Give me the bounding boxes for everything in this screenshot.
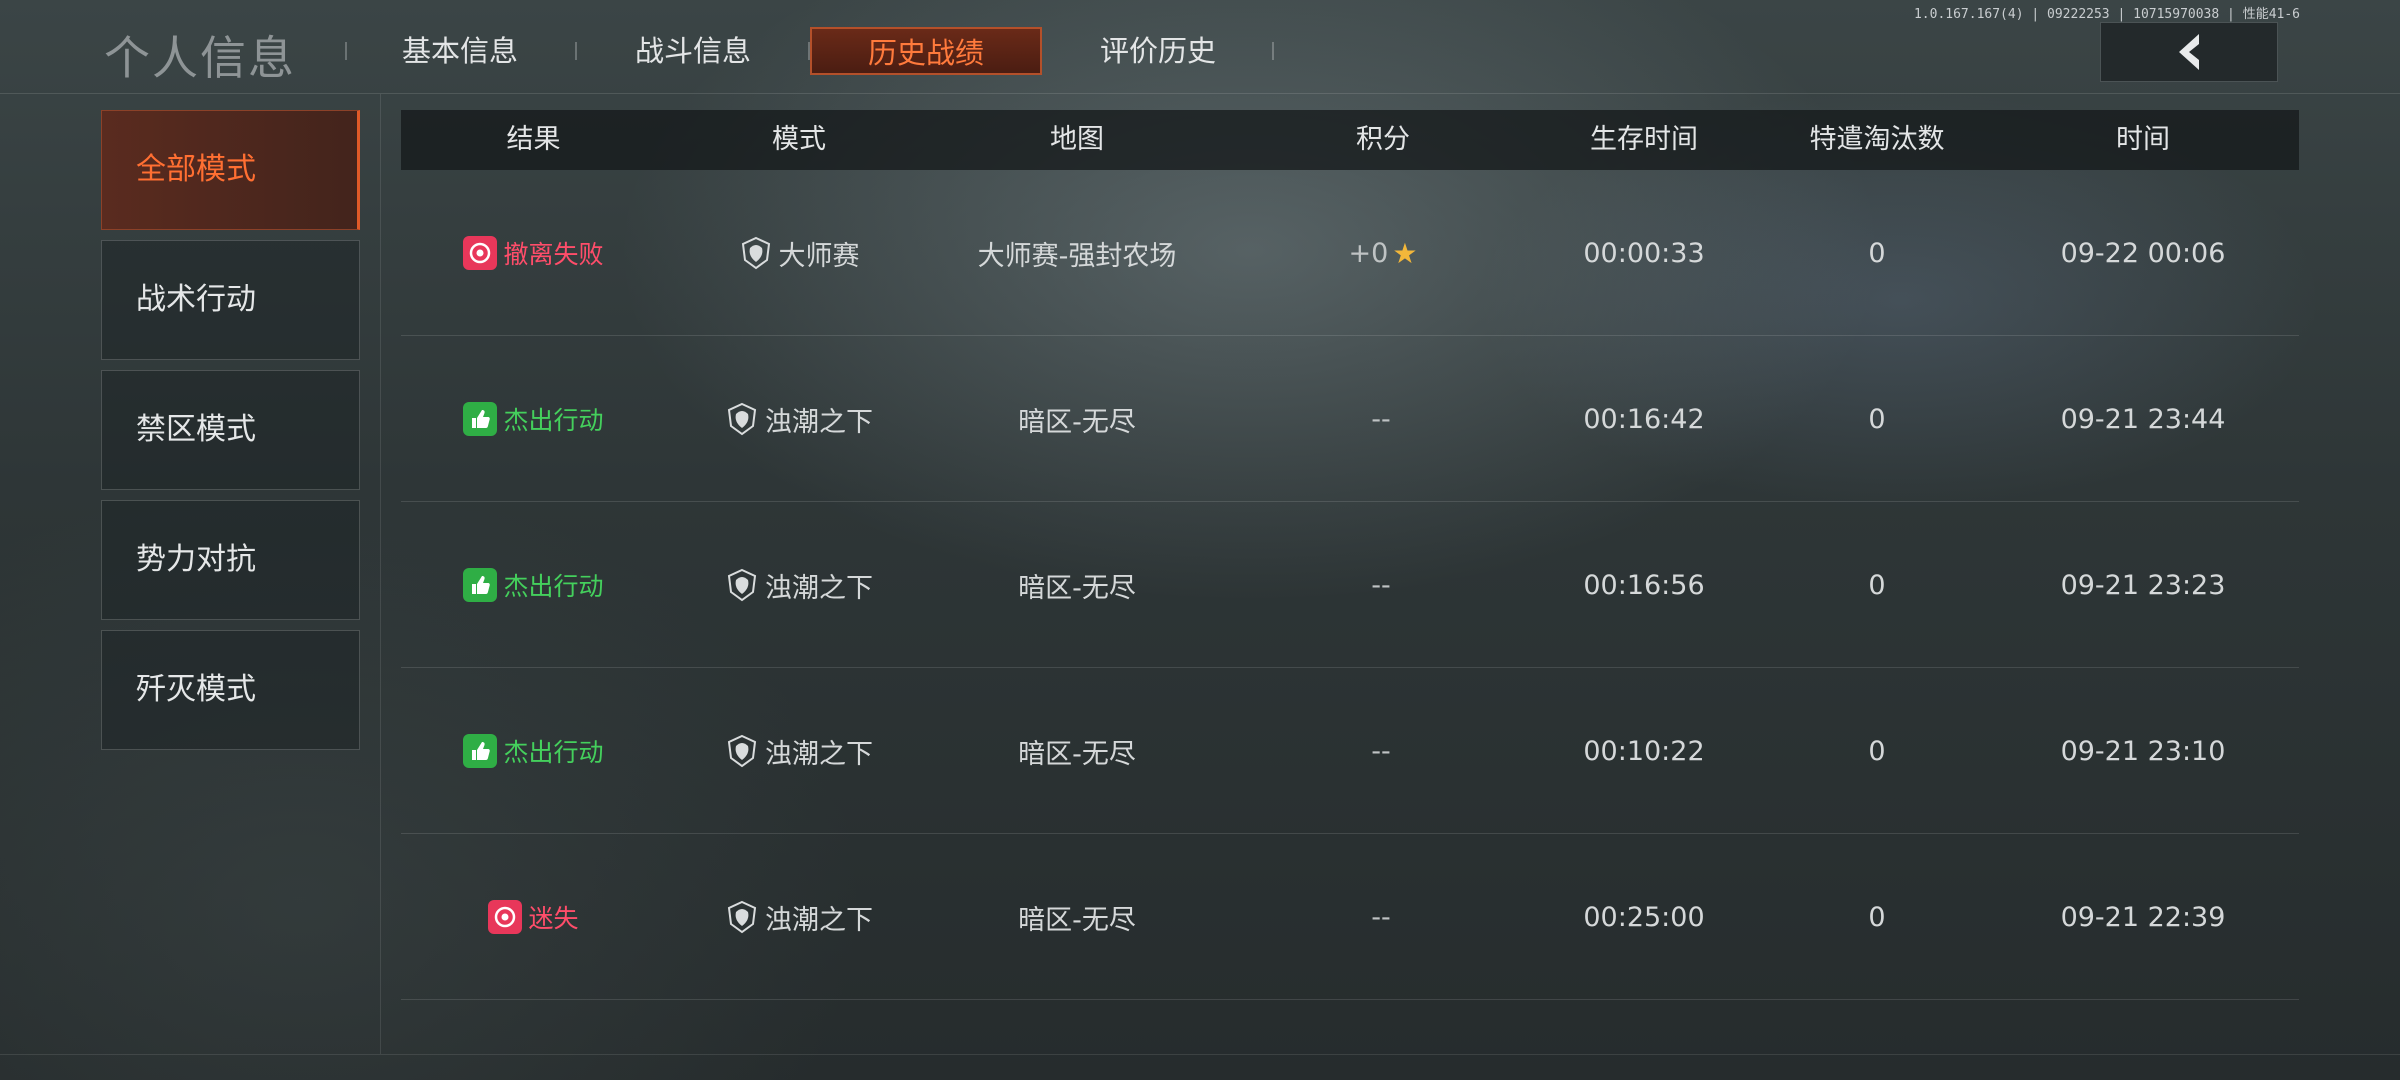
score-value: +0 xyxy=(1348,237,1389,269)
result-status: 杰出行动 xyxy=(463,733,604,769)
mode-cell: 浊潮之下 xyxy=(666,834,932,1000)
mode-label: 浊潮之下 xyxy=(765,572,873,604)
mode-emblem-icon xyxy=(725,900,759,934)
top-bar: 个人信息 基本信息 战斗信息 历史战绩 评价历史 xyxy=(0,0,2400,94)
mode-cell: 浊潮之下 xyxy=(666,668,932,834)
column-header: 地图 xyxy=(1050,124,1104,155)
column-header: 时间 xyxy=(2116,124,2170,155)
tab-review-history[interactable]: 评价历史 xyxy=(1088,27,1228,75)
result-label: 迷失 xyxy=(528,904,579,933)
time-cell: 09-21 23:23 xyxy=(2060,569,2226,601)
chevron-left-icon xyxy=(2179,34,2199,70)
score-value: -- xyxy=(1371,569,1391,601)
result-cell: 迷失 xyxy=(401,834,666,1000)
bottom-divider xyxy=(0,1054,2400,1055)
map-cell: 暗区-无尽 xyxy=(1018,572,1136,604)
result-status: 杰出行动 xyxy=(463,567,604,603)
tab-basic-info[interactable]: 基本信息 xyxy=(390,27,530,75)
map-cell: 暗区-无尽 xyxy=(1018,904,1136,936)
mode-label: 浊潮之下 xyxy=(765,904,873,936)
sidebar-item-annihilation[interactable]: 歼灭模式 xyxy=(101,630,360,750)
table-header: 结果 模式 地图 积分 生存时间 特遣淘汰数 时间 xyxy=(401,110,2299,170)
eliminations-cell: 0 xyxy=(1868,569,1886,601)
eliminations-cell: 0 xyxy=(1868,403,1886,435)
time-cell: 09-22 00:06 xyxy=(2060,237,2226,269)
result-status: 杰出行动 xyxy=(463,401,604,437)
mode-emblem-icon xyxy=(725,734,759,768)
back-button[interactable] xyxy=(2100,22,2278,82)
time-cell: 09-21 23:10 xyxy=(2060,735,2226,767)
column-header: 模式 xyxy=(772,124,826,155)
tab-match-history[interactable]: 历史战绩 xyxy=(810,27,1042,75)
mode-emblem-icon xyxy=(725,568,759,602)
thumbs-up-icon xyxy=(463,402,498,436)
score-value: -- xyxy=(1371,403,1391,435)
map-cell: 暗区-无尽 xyxy=(1018,406,1136,438)
thumbs-up-icon xyxy=(463,568,498,602)
mode-label: 浊潮之下 xyxy=(765,738,873,770)
sidebar-divider xyxy=(380,94,381,1054)
time-cell: 09-21 22:39 xyxy=(2060,901,2226,933)
survival-time-cell: 00:16:56 xyxy=(1583,569,1705,601)
result-status: 撤离失败 xyxy=(463,235,604,271)
target-icon xyxy=(488,900,523,934)
map-cell: 暗区-无尽 xyxy=(1018,738,1136,770)
score-cell: +0 ★ xyxy=(1222,170,1544,336)
score-cell: -- xyxy=(1222,834,1544,1000)
tab-divider xyxy=(1272,42,1274,60)
score-cell: -- xyxy=(1222,668,1544,834)
result-label: 撤离失败 xyxy=(503,240,604,269)
result-cell: 杰出行动 xyxy=(401,668,666,834)
thumbs-up-icon xyxy=(463,734,498,768)
score-value: -- xyxy=(1371,901,1391,933)
survival-time-cell: 00:10:22 xyxy=(1583,735,1705,767)
tab-divider xyxy=(575,42,577,60)
result-cell: 杰出行动 xyxy=(401,336,666,502)
table-row[interactable]: 迷失 浊潮之下 暗区-无尽 -- 00:25:00 0 09-21 22:39 xyxy=(401,834,2299,1000)
survival-time-cell: 00:16:42 xyxy=(1583,403,1705,435)
eliminations-cell: 0 xyxy=(1868,901,1886,933)
result-label: 杰出行动 xyxy=(503,738,604,767)
mode-emblem-icon xyxy=(725,402,759,436)
mode-cell: 浊潮之下 xyxy=(666,336,932,502)
sidebar-item-restricted[interactable]: 禁区模式 xyxy=(101,370,360,490)
tab-battle-info[interactable]: 战斗信息 xyxy=(623,27,763,75)
star-icon: ★ xyxy=(1392,236,1418,270)
score-cell: -- xyxy=(1222,336,1544,502)
tab-divider xyxy=(345,42,347,60)
page-title: 个人信息 xyxy=(104,31,296,85)
mode-label: 大师赛 xyxy=(778,240,860,272)
table-row[interactable]: 撤离失败 大师赛 大师赛-强封农场 +0 ★ 00:00:33 0 09-22 00:06 xyxy=(401,170,2299,336)
result-cell: 杰出行动 xyxy=(401,502,666,668)
target-icon xyxy=(463,236,498,270)
score-cell: -- xyxy=(1222,502,1544,668)
sidebar-item-faction[interactable]: 势力对抗 xyxy=(101,500,360,620)
result-label: 杰出行动 xyxy=(503,406,604,435)
column-header: 特遣淘汰数 xyxy=(1809,124,1945,155)
survival-time-cell: 00:00:33 xyxy=(1583,237,1705,269)
eliminations-cell: 0 xyxy=(1868,237,1886,269)
eliminations-cell: 0 xyxy=(1868,735,1886,767)
mode-cell: 浊潮之下 xyxy=(666,502,932,668)
table-row[interactable]: 杰出行动 浊潮之下 暗区-无尽 -- 00:10:22 0 09-21 23:10 xyxy=(401,668,2299,834)
table-row[interactable]: 杰出行动 浊潮之下 暗区-无尽 -- 00:16:56 0 09-21 23:23 xyxy=(401,502,2299,668)
sidebar-item-tactical[interactable]: 战术行动 xyxy=(101,240,360,360)
table-row[interactable]: 杰出行动 浊潮之下 暗区-无尽 -- 00:16:42 0 09-21 23:44 xyxy=(401,336,2299,502)
column-header: 生存时间 xyxy=(1590,124,1698,155)
map-cell: 大师赛-强封农场 xyxy=(977,240,1177,272)
mode-emblem-icon xyxy=(739,236,773,270)
mode-label: 浊潮之下 xyxy=(765,406,873,438)
sidebar-item-all-modes[interactable]: 全部模式 xyxy=(101,110,360,230)
survival-time-cell: 00:25:00 xyxy=(1583,901,1705,933)
result-cell: 撤离失败 xyxy=(401,170,666,336)
result-label: 杰出行动 xyxy=(503,572,604,601)
result-status: 迷失 xyxy=(488,899,579,935)
score-value: -- xyxy=(1371,735,1391,767)
column-header: 积分 xyxy=(1356,124,1410,155)
mode-cell: 大师赛 xyxy=(666,170,932,336)
time-cell: 09-21 23:44 xyxy=(2060,403,2226,435)
column-header: 结果 xyxy=(506,124,561,155)
